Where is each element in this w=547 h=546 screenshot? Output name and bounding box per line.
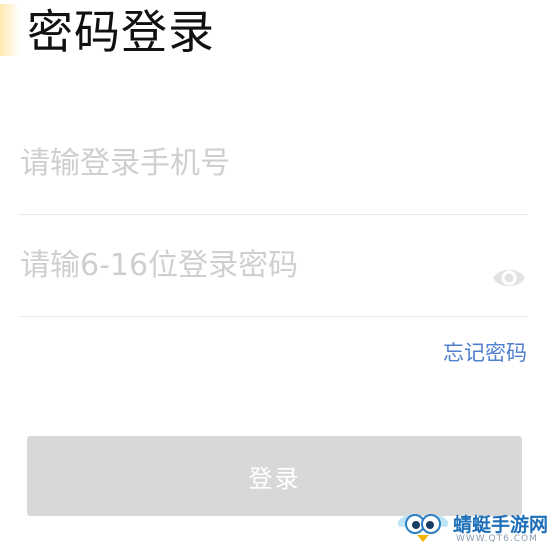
password-input[interactable] bbox=[20, 215, 480, 315]
password-field bbox=[19, 215, 528, 317]
forgot-password-link[interactable]: 忘记密码 bbox=[443, 337, 527, 367]
login-button[interactable]: 登录 bbox=[27, 436, 522, 516]
login-page: 密码登录 忘记密码 登录 蜻蜓手游网 WWW.QT6.COM bbox=[0, 0, 547, 546]
phone-field bbox=[19, 113, 528, 215]
title-accent-bar bbox=[0, 4, 20, 56]
eye-icon[interactable] bbox=[492, 263, 526, 293]
page-title: 密码登录 bbox=[27, 5, 215, 59]
watermark-url: WWW.QT6.COM bbox=[456, 534, 538, 544]
phone-input[interactable] bbox=[20, 113, 480, 213]
